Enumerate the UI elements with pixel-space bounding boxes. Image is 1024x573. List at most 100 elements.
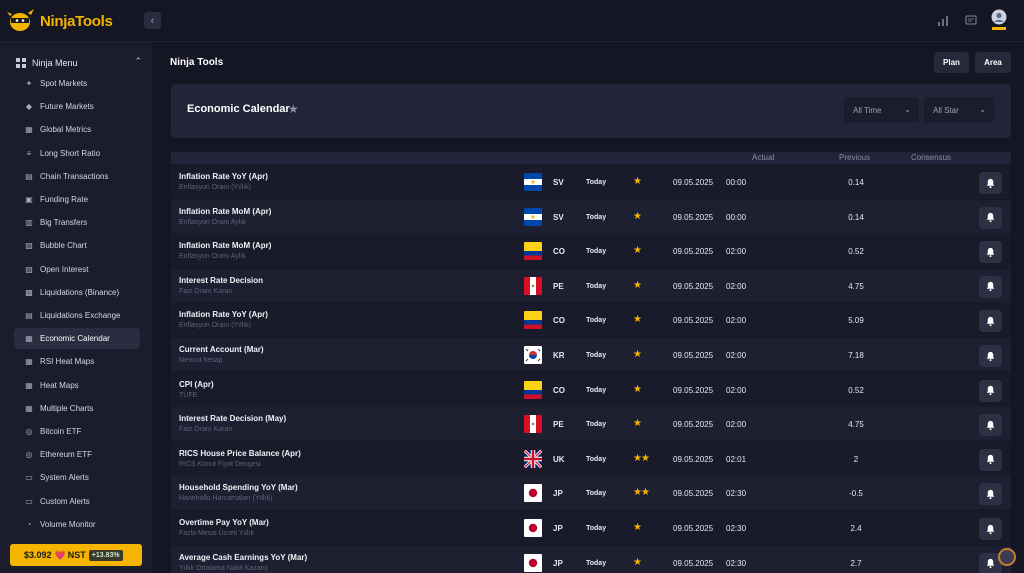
- event-date: 09.05.2025: [673, 316, 714, 326]
- alert-bell-button[interactable]: [979, 275, 1002, 298]
- table-row[interactable]: Overtime Pay YoY (Mar) Fazla Mesai Ücreti…: [171, 511, 1011, 545]
- charts-icon: ▦: [25, 403, 33, 413]
- ninja-logo-icon: [7, 9, 34, 31]
- nst-price: $3.092: [24, 550, 52, 560]
- calendar-header-card: Economic Calendar ★ All Time ⌄ All Star …: [171, 84, 1011, 138]
- alert-bell-button[interactable]: [979, 241, 1002, 264]
- alert-bell-button[interactable]: [979, 414, 1002, 437]
- sidebar-item-bitcoin-etf[interactable]: ◎ Bitcoin ETF: [14, 421, 140, 442]
- event-time: 00:00: [726, 212, 747, 222]
- logo[interactable]: NinjaTools: [6, 6, 113, 36]
- table-row[interactable]: Interest Rate Decision (May) Faiz Oranı K…: [171, 407, 1011, 442]
- sidebar-item-volume-monitor[interactable]: ◔ Volume Monitor: [14, 514, 140, 535]
- sidebar-item-funding-rate[interactable]: ▣ Funding Rate: [14, 189, 140, 210]
- heatmap-icon: ▦: [25, 380, 33, 390]
- alert-bell-button[interactable]: [979, 483, 1002, 506]
- chevron-up-icon: ⌃: [134, 56, 142, 66]
- event-name: Inflation Rate MoM (Apr): [179, 241, 272, 251]
- alert-bell-button[interactable]: [979, 518, 1002, 540]
- previous-value: 7.18: [848, 351, 864, 360]
- event-name: RICS House Price Balance (Apr): [179, 448, 301, 458]
- table-row[interactable]: Average Cash Earnings YoY (Mar) Yıllık Or…: [171, 545, 1011, 573]
- alert-bell-button[interactable]: [979, 206, 1002, 229]
- user-avatar-icon[interactable]: [990, 9, 1008, 31]
- event-subtitle: RICS Konut Fiyat Dengesi: [179, 460, 261, 468]
- previous-value: 2.4: [850, 524, 862, 533]
- country-flag-icon: [524, 484, 542, 503]
- bell-icon: [986, 455, 995, 465]
- nst-price-widget[interactable]: $3.092 💗 NST +13.83%: [10, 544, 142, 566]
- area-button[interactable]: Area: [975, 52, 1011, 73]
- sidebar-item-liquidations-exchange[interactable]: ▤ Liquidations Exchange: [14, 305, 140, 326]
- sidebar-item-bubble-chart[interactable]: ▧ Bubble Chart: [14, 235, 140, 256]
- sidebar-item-chain-transactions[interactable]: ▤ Chain Transactions: [14, 166, 140, 187]
- chevron-down-icon: ⌄: [904, 105, 911, 114]
- chat-icon[interactable]: [964, 14, 978, 28]
- table-header: Actual Previous Consensus: [171, 152, 1011, 164]
- table-row[interactable]: Inflation Rate YoY (Apr) Enflasyon Oranı …: [171, 165, 1011, 199]
- favorite-star-icon[interactable]: ★: [288, 102, 299, 116]
- event-subtitle: Mevcut hesap: [179, 357, 223, 364]
- sidebar-item-global-metrics[interactable]: ▦ Global Metrics: [14, 119, 140, 140]
- event-time: 02:00: [726, 247, 747, 257]
- event-date: 09.05.2025: [673, 178, 714, 187]
- country-code: KR: [553, 351, 565, 360]
- table-row[interactable]: Household Spending YoY (Mar) Hanehalkı Ha…: [171, 476, 1011, 511]
- event-subtitle: Faiz Oranı Kararı: [179, 426, 233, 434]
- bell-icon: [986, 282, 995, 292]
- bell-icon: [986, 247, 995, 257]
- alert-bell-button[interactable]: [979, 172, 1002, 194]
- sidebar-item-custom-alerts[interactable]: ▭ Custom Alerts: [14, 491, 140, 512]
- ninja-menu-toggle[interactable]: Ninja Menu ⌃: [16, 56, 142, 70]
- sidebar-item-multiple-charts[interactable]: ▦ Multiple Charts: [14, 398, 140, 419]
- table-row[interactable]: Interest Rate Decision Faiz Oranı Kararı P…: [171, 268, 1011, 303]
- day-label: Today: [586, 421, 607, 429]
- plan-button[interactable]: Plan: [934, 52, 969, 73]
- sidebar-item-rsi-heat-maps[interactable]: ▦ RSI Heat Maps: [14, 351, 140, 372]
- sidebar-item-spot-markets[interactable]: ✦ Spot Markets: [14, 73, 140, 94]
- previous-value: 0.14: [848, 212, 864, 222]
- sidebar-item-liquidations-binance[interactable]: ▩ Liquidations (Binance): [14, 282, 140, 303]
- sidebar-item-heat-maps[interactable]: ▦ Heat Maps: [14, 375, 140, 396]
- previous-value: 0.14: [848, 178, 864, 187]
- time-filter-select[interactable]: All Time ⌄: [844, 97, 919, 123]
- table-row[interactable]: Inflation Rate YoY (Apr) Enflasyon Oranı …: [171, 303, 1011, 338]
- sidebar-item-label: RSI Heat Maps: [40, 357, 95, 367]
- day-label: Today: [586, 490, 607, 498]
- star-filter-select[interactable]: All Star ⌄: [924, 97, 994, 123]
- event-name: Current Account (Mar): [179, 345, 264, 354]
- sidebar-item-open-interest[interactable]: ▨ Open Interest: [14, 259, 140, 280]
- table-row[interactable]: RICS House Price Balance (Apr) RICS Konut…: [171, 441, 1011, 476]
- sidebar-item-system-alerts[interactable]: ▭ System Alerts: [14, 467, 140, 488]
- sidebar-item-label: Global Metrics: [40, 125, 92, 135]
- table-row[interactable]: Inflation Rate MoM (Apr) Enflasyon Oranı …: [171, 234, 1011, 269]
- sidebar-item-long-short-ratio[interactable]: ≡ Long Short Ratio: [14, 143, 140, 164]
- support-chat-icon[interactable]: [998, 548, 1016, 566]
- sidebar-item-future-markets[interactable]: ◆ Future Markets: [14, 96, 140, 117]
- previous-value: 4.75: [848, 420, 864, 430]
- collapse-sidebar-button[interactable]: ‹: [144, 12, 161, 29]
- table-row[interactable]: Current Account (Mar) Mevcut hesap KR Today…: [171, 338, 1011, 372]
- event-name: Inflation Rate YoY (Apr): [179, 172, 268, 181]
- alert-bell-button[interactable]: [979, 448, 1002, 471]
- day-label: Today: [586, 282, 607, 290]
- day-label: Today: [586, 179, 607, 186]
- table-row[interactable]: Inflation Rate MoM (Apr) Enflasyon Oranı …: [171, 199, 1011, 234]
- alert-bell-button[interactable]: [979, 310, 1002, 333]
- stats-icon[interactable]: [936, 14, 950, 28]
- country-flag-icon: [524, 346, 542, 364]
- day-label: Today: [586, 455, 607, 463]
- event-subtitle: Enflasyon Oranı (Yıllık): [179, 322, 251, 330]
- alert-bell-button[interactable]: [979, 345, 1002, 367]
- sidebar-item-label: System Alerts: [40, 473, 89, 483]
- sidebar-item-big-transfers[interactable]: ▥ Big Transfers: [14, 212, 140, 233]
- table-row[interactable]: CPI (Apr) TÜFE CO Today ★ 09.05.2025 02:00 0.52: [171, 372, 1011, 407]
- sidebar-item-label: Bitcoin ETF: [40, 427, 82, 436]
- alert-bell-button[interactable]: [979, 379, 1002, 402]
- sidebar-item-economic-calendar[interactable]: ▦ Economic Calendar: [14, 328, 140, 350]
- sidebar-item-label: Spot Markets: [40, 79, 88, 88]
- sidebar-item-ethereum-etf[interactable]: ◎ Ethereum ETF: [14, 444, 140, 465]
- previous-value: -0.5: [849, 489, 863, 499]
- importance-stars: ★: [633, 522, 642, 533]
- day-label: Today: [586, 559, 607, 567]
